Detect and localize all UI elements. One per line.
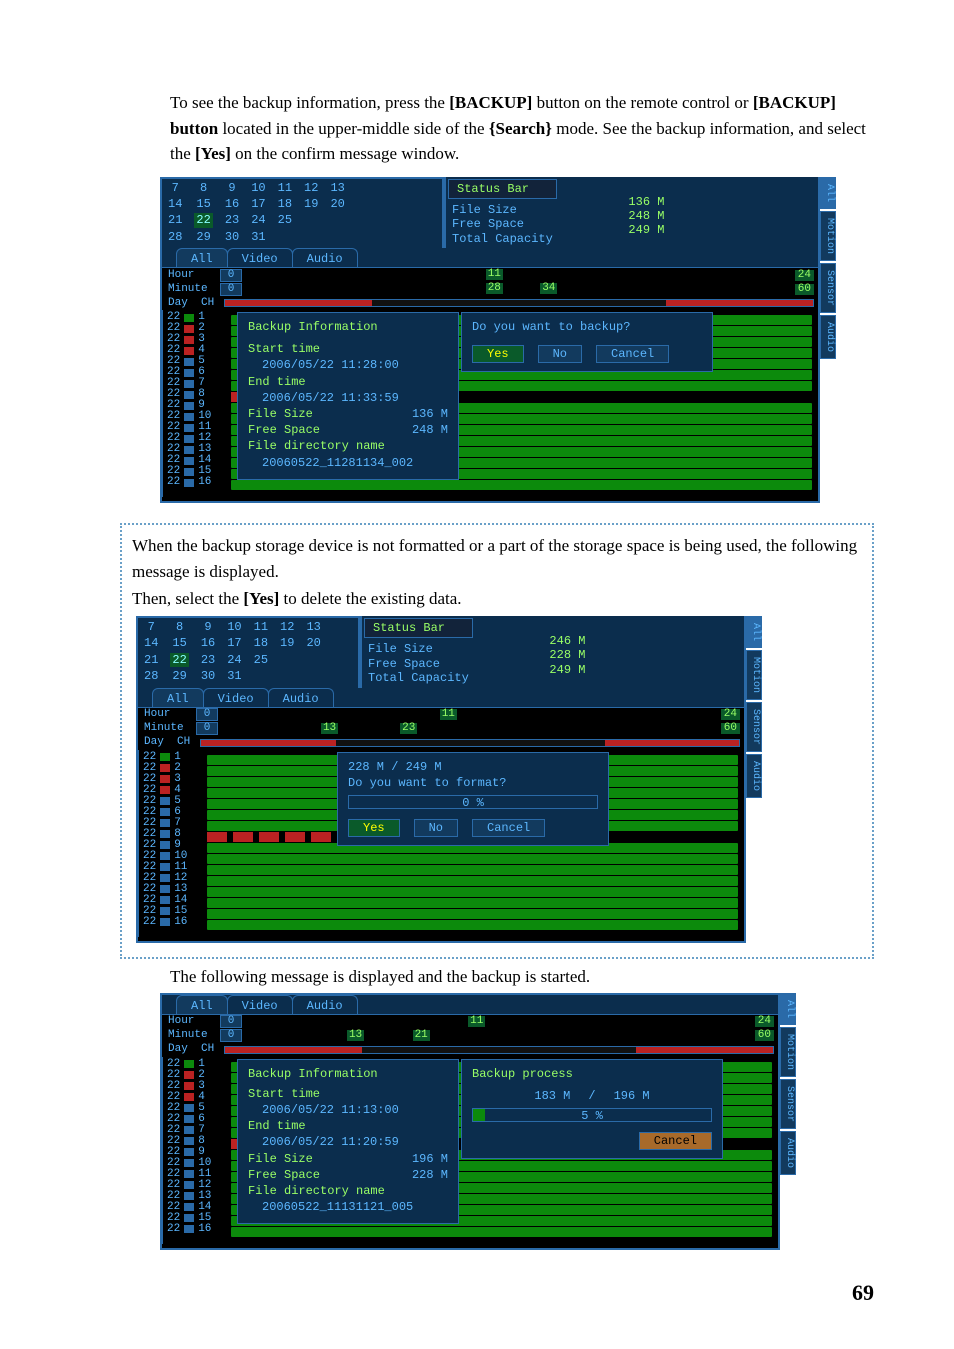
right-tab-all[interactable]: All bbox=[746, 616, 762, 648]
cancel-button[interactable]: Cancel bbox=[472, 819, 545, 837]
right-tab-sensor[interactable]: Sensor bbox=[820, 263, 836, 313]
right-tab-audio[interactable]: Audio bbox=[780, 1131, 796, 1175]
format-progress-bar: 0 % bbox=[348, 795, 598, 809]
format-size-line: 228 M / 249 M bbox=[348, 759, 598, 775]
start-time-value: 2006/05/22 11:13:00 bbox=[248, 1102, 448, 1118]
minute-tick-1: 13 bbox=[321, 723, 338, 734]
cancel-button[interactable]: Cancel bbox=[639, 1132, 712, 1150]
free-space-value: 248 M bbox=[628, 209, 688, 223]
tab-all[interactable]: All bbox=[176, 995, 228, 1014]
no-button[interactable]: No bbox=[538, 345, 582, 363]
end-time-value: 2006/05/22 11:33:59 bbox=[248, 390, 448, 406]
total-capacity-label: Total Capacity bbox=[452, 232, 553, 246]
channel-column: 221 222 223 224 225 226 227 228 229 2210… bbox=[138, 750, 207, 937]
file-size-value: 246 M bbox=[549, 634, 609, 648]
screenshot-backup-confirm: 7142128 8152229 9162330 10172431 111825 … bbox=[160, 177, 820, 504]
backup-process-panel: Backup process 183 M / 196 M 5 % Canc bbox=[461, 1059, 723, 1159]
intro-paragraph: To see the backup information, press the… bbox=[170, 90, 874, 167]
note-text-1: When the backup storage device is not fo… bbox=[132, 533, 862, 586]
start-time-value: 2006/05/22 11:28:00 bbox=[248, 357, 448, 373]
screenshot-backup-process: All Video Audio Hour 0 11 24 Minute 0 13… bbox=[160, 993, 780, 1250]
note-text-2: Then, select the [Yes] to delete the exi… bbox=[132, 586, 862, 612]
minute-tick-1: 13 bbox=[347, 1030, 364, 1041]
right-tab-motion[interactable]: Motion bbox=[820, 211, 836, 261]
timeline-tracks[interactable]: Backup Information Start time 2006/05/22… bbox=[231, 310, 818, 497]
hour-label: Hour bbox=[162, 270, 220, 281]
tab-video[interactable]: Video bbox=[227, 248, 293, 267]
file-size-value: 136 M bbox=[628, 195, 688, 209]
tab-audio[interactable]: Audio bbox=[268, 688, 334, 707]
process-done: 183 M bbox=[534, 1088, 570, 1104]
cancel-button[interactable]: Cancel bbox=[596, 345, 669, 363]
between-text: The following message is displayed and t… bbox=[170, 967, 874, 987]
right-tab-audio[interactable]: Audio bbox=[746, 754, 762, 798]
panel-free-space: 248 M bbox=[412, 422, 448, 438]
minute-tick-2: 34 bbox=[540, 283, 557, 294]
calendar-selected-day[interactable]: 22 bbox=[194, 213, 212, 227]
backup-info-title: Backup Information bbox=[248, 319, 448, 335]
file-directory-name: 20060522_11131121_005 bbox=[248, 1199, 448, 1215]
confirm-text: Do you want to backup? bbox=[472, 319, 702, 335]
channel-column: 221 222 223 224 225 226 227 228 229 2210… bbox=[162, 1057, 231, 1244]
no-button[interactable]: No bbox=[414, 819, 458, 837]
tab-all[interactable]: All bbox=[152, 688, 204, 707]
hour-end: 24 bbox=[795, 270, 814, 281]
file-directory-name: 20060522_11281134_002 bbox=[248, 455, 448, 471]
right-tab-sensor[interactable]: Sensor bbox=[780, 1079, 796, 1129]
minute-tick-2: 23 bbox=[400, 723, 417, 734]
right-tab-motion[interactable]: Motion bbox=[780, 1027, 796, 1077]
channel-column: 221 222 223 224 225 226 227 228 229 2210… bbox=[162, 310, 231, 497]
format-percent: 0 % bbox=[349, 795, 597, 811]
panel-file-size: 136 M bbox=[412, 406, 448, 422]
hour-tick: 11 bbox=[468, 1016, 485, 1027]
minute-tick-2: 21 bbox=[413, 1030, 430, 1041]
status-bar-label: Status Bar bbox=[364, 618, 473, 638]
backup-process-title: Backup process bbox=[472, 1066, 712, 1082]
backup-percent: 5 % bbox=[473, 1108, 711, 1124]
format-question: Do you want to format? bbox=[348, 775, 598, 791]
ch-label: CH bbox=[201, 297, 214, 309]
page-number: 69 bbox=[120, 1280, 874, 1306]
status-bar-label: Status Bar bbox=[448, 179, 557, 199]
free-space-value: 228 M bbox=[549, 648, 609, 662]
total-capacity-value: 249 M bbox=[628, 223, 688, 237]
file-size-label: File Size bbox=[452, 203, 517, 217]
right-tab-audio[interactable]: Audio bbox=[820, 315, 836, 359]
end-time-value: 2006/05/22 11:20:59 bbox=[248, 1134, 448, 1150]
calendar[interactable]: 7142128 8152229 9162330 10172431 111825 … bbox=[160, 177, 444, 249]
tab-audio[interactable]: Audio bbox=[292, 995, 358, 1014]
free-space-label: Free Space bbox=[452, 217, 524, 231]
right-tab-motion[interactable]: Motion bbox=[746, 650, 762, 700]
hour-zero: 0 bbox=[220, 269, 242, 282]
screenshot-format-confirm: 7142128 8152229 9162330 10172431 111825 … bbox=[136, 616, 746, 943]
day-label: Day bbox=[168, 297, 188, 309]
confirm-backup-panel: Do you want to backup? Yes No Cancel bbox=[461, 312, 713, 372]
yes-button[interactable]: Yes bbox=[348, 819, 400, 837]
hour-tick: 11 bbox=[440, 709, 457, 720]
total-capacity-value: 249 M bbox=[549, 663, 609, 677]
process-total: 196 M bbox=[614, 1088, 650, 1104]
backup-progress-bar: 5 % bbox=[472, 1108, 712, 1122]
process-sep: / bbox=[588, 1088, 595, 1104]
note-box-format: When the backup storage device is not fo… bbox=[120, 523, 874, 959]
tab-audio[interactable]: Audio bbox=[292, 248, 358, 267]
minute-zero: 0 bbox=[220, 283, 242, 296]
minute-label: Minute bbox=[162, 284, 220, 295]
right-tab-all[interactable]: All bbox=[820, 177, 836, 209]
minute-tick-1: 28 bbox=[486, 283, 503, 294]
backup-info-panel: Backup Information Start time 2006/05/22… bbox=[237, 1059, 459, 1225]
panel-free-space: 228 M bbox=[412, 1167, 448, 1183]
tab-video[interactable]: Video bbox=[203, 688, 269, 707]
backup-info-panel: Backup Information Start time 2006/05/22… bbox=[237, 312, 459, 480]
right-tab-all[interactable]: All bbox=[780, 993, 796, 1025]
panel-file-size: 196 M bbox=[412, 1151, 448, 1167]
yes-button[interactable]: Yes bbox=[472, 345, 524, 363]
format-confirm-panel: 228 M / 249 M Do you want to format? 0 %… bbox=[337, 752, 609, 846]
minute-end: 60 bbox=[795, 284, 814, 295]
tab-video[interactable]: Video bbox=[227, 995, 293, 1014]
hour-tick: 11 bbox=[486, 269, 503, 280]
tab-all[interactable]: All bbox=[176, 248, 228, 267]
right-tab-sensor[interactable]: Sensor bbox=[746, 702, 762, 752]
